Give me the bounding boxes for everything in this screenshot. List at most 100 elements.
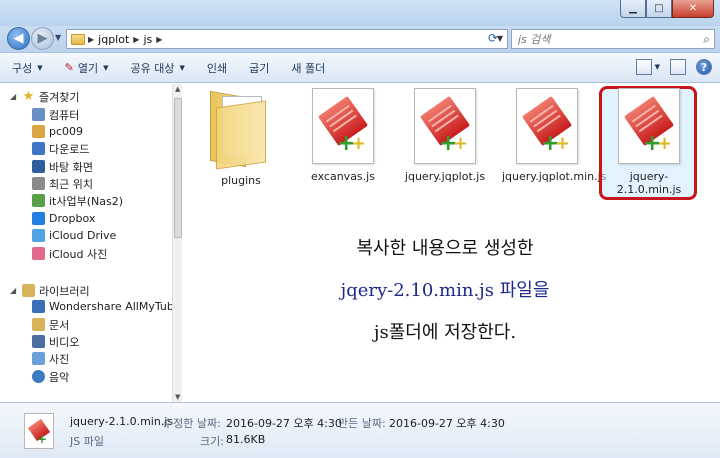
sidebar-item-label: 문서 — [49, 318, 70, 332]
forward-button[interactable]: ▶ — [31, 27, 54, 50]
sidebar-item-downloads[interactable]: 다운로드 — [32, 140, 89, 157]
chevron-down-icon: ▼ — [37, 63, 43, 72]
recent-places-icon — [32, 177, 45, 190]
refresh-icon[interactable]: ⟳ — [488, 31, 498, 45]
chevron-right-icon[interactable]: ▶ — [88, 35, 94, 44]
network-share-icon — [32, 194, 45, 207]
file-name: jquery.jqplot.js — [404, 170, 486, 183]
organize-menu[interactable]: 구성 ▼ — [12, 60, 43, 76]
address-bar[interactable]: ▶ jqplot ▶ js ▶ ▼ — [66, 29, 508, 49]
details-size-value: 81.6KB — [226, 433, 266, 446]
search-input[interactable] — [518, 32, 688, 46]
computer-icon — [32, 108, 45, 121]
sidebar-item-label: iCloud Drive — [49, 229, 117, 242]
details-size-label: 크기: — [200, 435, 224, 448]
downloads-icon — [32, 142, 45, 155]
sidebar-item-icloud-drive[interactable]: iCloud Drive — [32, 227, 116, 244]
open-label: 열기 — [77, 61, 99, 75]
file-name: plugins — [221, 174, 261, 187]
sidebar-item-nas2[interactable]: it사업부(Nas2) — [32, 192, 123, 209]
breadcrumb-jqplot[interactable]: jqplot — [98, 33, 129, 46]
file-item-jquery-jqplot-min[interactable]: + + jquery.jqplot.min.js — [502, 88, 607, 183]
search-box[interactable]: ⌕ — [511, 29, 715, 49]
open-menu[interactable]: ✎ 열기 ▼ — [65, 60, 109, 76]
maximize-button[interactable]: □ — [646, 0, 672, 18]
video-library-icon — [32, 300, 45, 313]
sidebar-item-recent-places[interactable]: 최근 위치 — [32, 175, 93, 192]
sidebar-item-videos[interactable]: 비디오 — [32, 333, 79, 350]
scroll-down-icon[interactable]: ▼ — [175, 393, 180, 401]
icloud-photos-icon — [32, 247, 45, 260]
sidebar-item-libraries[interactable]: 라이브러리 — [22, 282, 90, 299]
minimize-button[interactable]: ▁ — [620, 0, 646, 18]
sidebar-item-computer[interactable]: 컴퓨터 — [32, 106, 79, 123]
sidebar-item-dropbox[interactable]: Dropbox — [32, 210, 95, 227]
navigation-bar: ◀ ▶ ▼ ▶ jqplot ▶ js ▶ ▼ ⟳ ⌕ — [0, 26, 720, 52]
window-controls: ▁ □ ✕ — [620, 0, 714, 18]
print-label: 인쇄 — [206, 61, 228, 75]
file-item-plugins[interactable]: plugins — [196, 88, 286, 187]
sidebar-item-label: pc009 — [49, 125, 84, 138]
annotation-line-2: jqery-2.10.min.js 파일을 — [340, 280, 550, 301]
chevron-right-icon[interactable]: ▶ — [133, 35, 139, 44]
search-icon[interactable]: ⌕ — [703, 32, 710, 47]
scroll-up-icon[interactable]: ▲ — [175, 85, 180, 93]
sidebar-item-label: 컴퓨터 — [49, 108, 80, 122]
js-file-icon: + — [24, 413, 54, 449]
pictures-icon — [32, 352, 45, 365]
sidebar-item-label: Wondershare AllMyTube — [49, 300, 181, 313]
sidebar-item-label: 최근 위치 — [49, 177, 93, 191]
print-button[interactable]: 인쇄 — [207, 60, 227, 76]
music-icon — [32, 370, 45, 383]
documents-icon — [32, 318, 45, 331]
scrollbar-thumb[interactable] — [174, 98, 182, 238]
burn-button[interactable]: 굽기 — [249, 60, 269, 76]
chevron-down-icon[interactable]: ▼ — [655, 63, 660, 71]
recent-pages-dropdown[interactable]: ▼ — [55, 33, 61, 42]
sidebar-item-label: 라이브러리 — [39, 284, 90, 298]
new-folder-button[interactable]: 새 폴더 — [291, 60, 325, 76]
file-name: jquery.jqplot.min.js — [502, 170, 607, 183]
title-bar: ▁ □ ✕ — [0, 0, 720, 26]
navigation-pane: ◢ ★ 즐겨찾기 컴퓨터 pc009 다운로드 바탕 화면 최근 위치 it사업… — [0, 84, 182, 402]
sidebar-item-label: 사진 — [49, 352, 70, 366]
command-bar: 구성 ▼ ✎ 열기 ▼ 공유 대상 ▼ 인쇄 굽기 새 폴더 ▼ ? — [0, 52, 720, 83]
view-options-icon[interactable] — [635, 59, 652, 75]
sidebar-item-label: 비디오 — [49, 335, 80, 349]
collapse-triangle-icon[interactable]: ◢ — [10, 92, 16, 101]
libraries-icon — [22, 284, 35, 297]
chevron-right-icon[interactable]: ▶ — [156, 35, 162, 44]
details-filename: jquery-2.1.0.min.js — [70, 415, 174, 428]
navigation-scrollbar[interactable]: ▲ ▼ — [172, 84, 182, 402]
details-pane: + jquery-2.1.0.min.js JS 파일 수정한 날짜: 2016… — [0, 402, 720, 458]
breadcrumb-js[interactable]: js — [143, 33, 152, 46]
details-modified-label: 수정한 날짜: — [163, 417, 221, 430]
file-item-excanvas[interactable]: + + excanvas.js — [298, 88, 388, 183]
collapse-triangle-icon[interactable]: ◢ — [10, 286, 16, 295]
sidebar-item-pc009[interactable]: pc009 — [32, 123, 83, 140]
preview-pane-icon[interactable] — [670, 59, 686, 75]
back-button[interactable]: ◀ — [7, 27, 30, 50]
share-with-label: 공유 대상 — [130, 61, 175, 75]
close-button[interactable]: ✕ — [672, 0, 714, 18]
file-name: jquery-2.1.0.min.js — [616, 170, 682, 196]
annotation-line-3: js폴더에 저장한다. — [373, 322, 517, 343]
organize-label: 구성 — [12, 61, 33, 75]
back-arrow-icon: ◀ — [13, 31, 24, 46]
sidebar-item-icloud-photos[interactable]: iCloud 사진 — [32, 245, 107, 262]
sidebar-item-music[interactable]: 음악 — [32, 368, 69, 385]
file-item-jquery-jqplot[interactable]: + + jquery.jqplot.js — [400, 88, 490, 183]
js-file-icon: + + — [618, 88, 680, 164]
sidebar-item-desktop[interactable]: 바탕 화면 — [32, 158, 93, 175]
icloud-drive-icon — [32, 229, 45, 242]
sidebar-item-allmytube[interactable]: Wondershare AllMyTube — [32, 298, 181, 315]
sidebar-item-favorites[interactable]: ★ 즐겨찾기 — [22, 88, 80, 105]
new-folder-label: 새 폴더 — [291, 61, 326, 75]
chevron-down-icon: ▼ — [103, 63, 109, 72]
sidebar-item-pictures[interactable]: 사진 — [32, 350, 69, 367]
folder-icon — [71, 33, 85, 45]
sidebar-item-documents[interactable]: 문서 — [32, 316, 69, 333]
share-with-menu[interactable]: 공유 대상 ▼ — [131, 60, 185, 76]
file-item-jquery-2-1-0-min[interactable]: + + jquery-2.1.0.min.js — [599, 86, 697, 200]
help-button[interactable]: ? — [696, 59, 712, 75]
